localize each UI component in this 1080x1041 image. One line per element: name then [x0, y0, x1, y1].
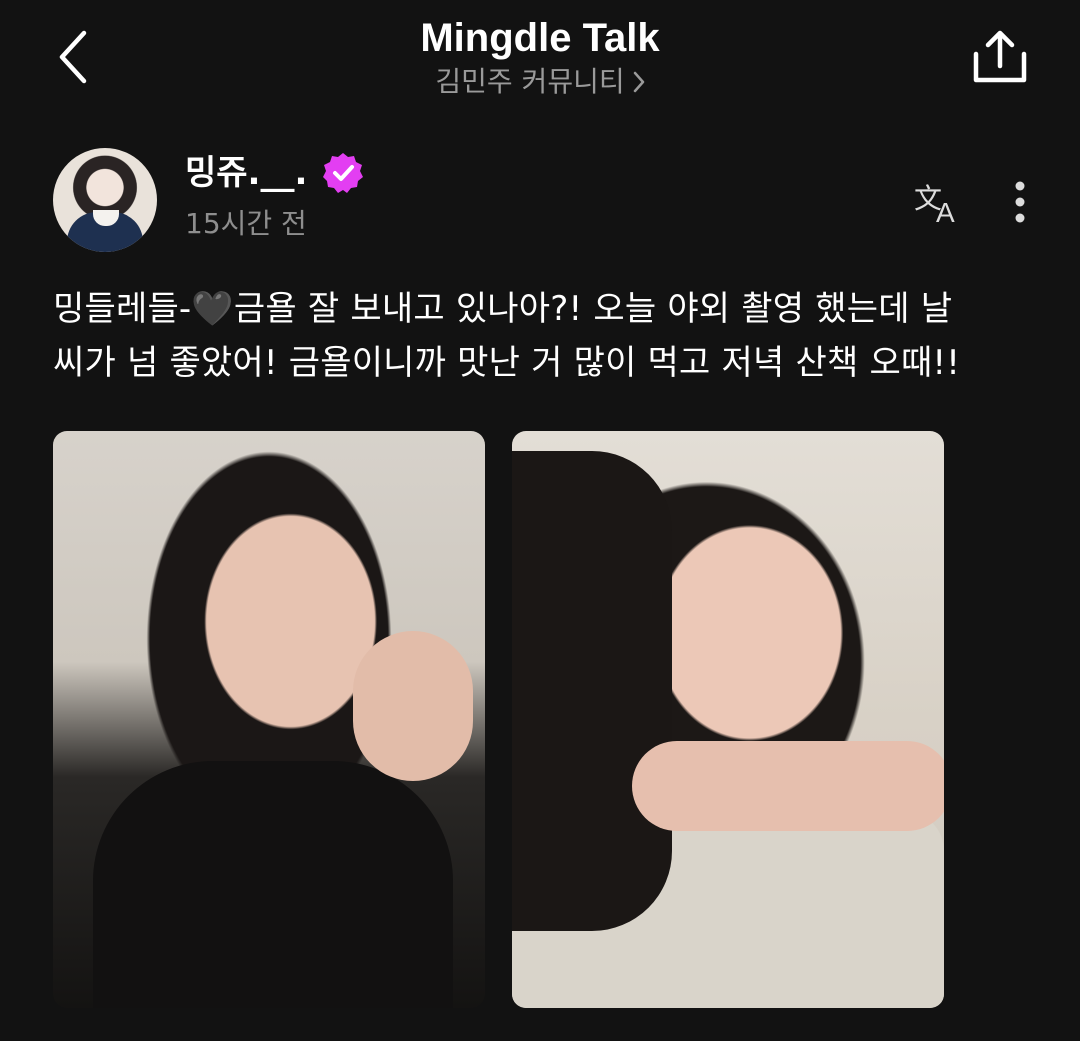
translate-button[interactable]: 文 A	[906, 172, 970, 232]
community-label: 김민주 커뮤니티	[435, 65, 625, 98]
translate-icon: 文 A	[914, 182, 955, 226]
photo-subject-body	[93, 761, 453, 1008]
post-screen: Mingdle Talk 김민주 커뮤니티 밍쥬.__. 15시간 전 文 A …	[0, 0, 1080, 1041]
avatar[interactable]	[53, 148, 157, 252]
post-body-line: 씨가 넘 좋았어! 금욜이니까 맛난 거 많이 먹고 저녁 산책 오때!!	[53, 343, 961, 383]
community-link[interactable]: 김민주 커뮤니티	[0, 62, 1080, 102]
post-body-line: 밍들레들-🖤금욜 잘 보내고 있나아?! 오늘 야외 촬영 했는데 날	[53, 289, 953, 329]
more-vertical-icon	[1015, 181, 1025, 223]
post-time: 15시간 전	[185, 207, 307, 240]
share-icon	[973, 30, 1027, 83]
share-button[interactable]	[960, 22, 1040, 92]
more-button[interactable]	[996, 172, 1044, 232]
photo-subject-hair	[512, 451, 672, 931]
chevron-right-icon	[633, 71, 645, 93]
verified-badge-icon	[321, 151, 365, 195]
svg-text:A: A	[936, 197, 955, 226]
post-body: 밍들레들-🖤금욜 잘 보내고 있나아?! 오늘 야외 촬영 했는데 날 씨가 넘…	[53, 282, 1033, 390]
post-photo-1[interactable]	[53, 431, 485, 1008]
page-title: Mingdle Talk	[420, 16, 660, 60]
author-name[interactable]: 밍쥬.__.	[185, 150, 307, 196]
photo-subject-hand	[353, 631, 473, 781]
author-row: 밍쥬.__.	[185, 150, 365, 196]
post-photo-2[interactable]	[512, 431, 944, 1008]
photo-subject-arms	[632, 741, 944, 831]
